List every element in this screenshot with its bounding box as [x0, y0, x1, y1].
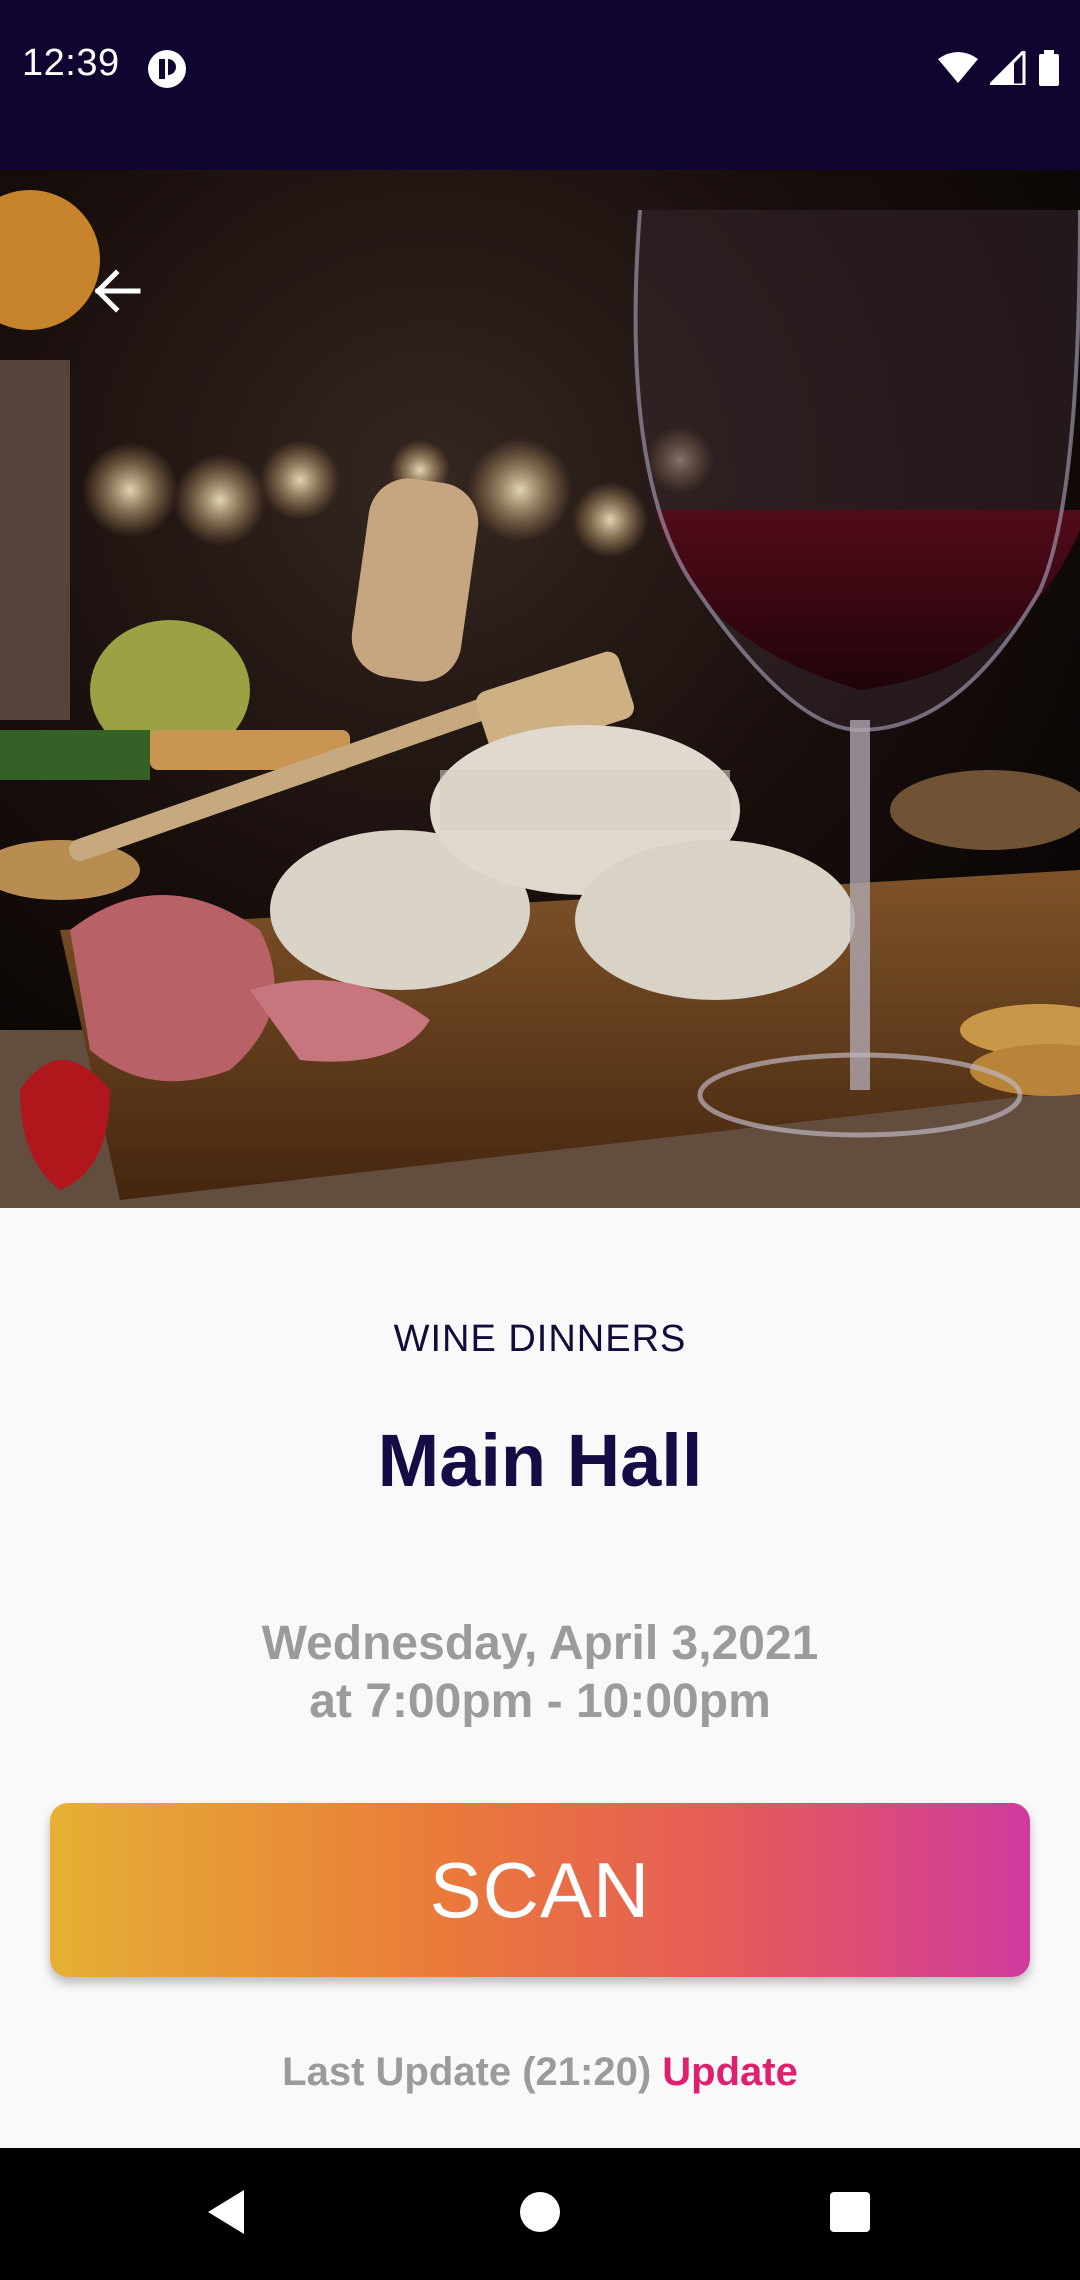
- wifi-icon: [938, 51, 978, 90]
- nav-home-button[interactable]: [510, 2184, 570, 2244]
- event-title: Main Hall: [377, 1419, 703, 1502]
- signal-icon: [986, 46, 1026, 90]
- back-button[interactable]: [82, 258, 152, 328]
- recents-square-icon: [828, 2190, 872, 2239]
- home-circle-icon: [518, 2190, 562, 2239]
- event-date: Wednesday, April 3,2021 at 7:00pm - 10:0…: [0, 1615, 1080, 1731]
- app-notification-icon: [146, 48, 188, 90]
- nav-back-button[interactable]: [196, 2184, 256, 2244]
- last-update-text: Last Update (21:20): [282, 2050, 652, 2094]
- last-update-row: Last Update (21:20) Update: [0, 2050, 1080, 2095]
- system-nav-bar: [0, 2148, 1080, 2280]
- event-hero-image: [0, 170, 1080, 1208]
- status-icons: [938, 46, 1060, 91]
- event-date-line: Wednesday, April 3,2021: [261, 1617, 819, 1670]
- update-link[interactable]: Update: [662, 2050, 798, 2094]
- status-time: 12:39: [22, 42, 120, 84]
- nav-recents-button[interactable]: [820, 2184, 880, 2244]
- event-time-line: at 7:00pm - 10:00pm: [309, 1675, 771, 1728]
- battery-icon: [1038, 49, 1060, 91]
- event-category: WINE DINNERS: [393, 1318, 687, 1360]
- arrow-left-icon: [92, 268, 142, 318]
- back-triangle-icon: [204, 2188, 248, 2241]
- scan-button[interactable]: SCAN: [50, 1803, 1030, 1977]
- status-bar: 12:39: [0, 0, 1080, 170]
